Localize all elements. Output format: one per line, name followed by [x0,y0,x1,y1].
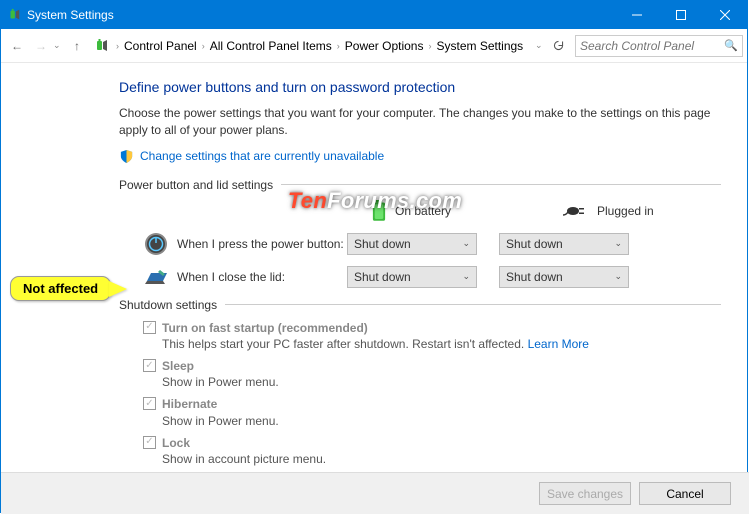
titlebar: System Settings [1,1,747,29]
window-title: System Settings [27,8,615,22]
power-button-icon [143,232,169,256]
opt-title: Sleep [162,358,279,374]
search-input[interactable] [580,39,722,53]
control-panel-icon [93,38,109,54]
laptop-lid-icon [143,267,169,287]
col-label: On battery [395,204,451,218]
change-settings-link[interactable]: Change settings that are currently unava… [140,149,384,163]
opt-fast-startup: ✓ Turn on fast startup (recommended) Thi… [143,320,721,352]
search-box[interactable]: 🔍 [575,35,743,57]
opt-sub: Show in account picture menu. [162,451,326,467]
content: Define power buttons and turn on passwor… [1,63,747,481]
row-close-lid: When I close the lid: Shut down⌄ Shut do… [119,266,721,288]
breadcrumb-item[interactable]: Control Panel [124,39,197,53]
refresh-button[interactable] [547,39,569,52]
checkbox-lock: ✓ [143,436,156,449]
battery-icon [371,200,387,222]
opt-sub: Show in Power menu. [162,413,279,429]
back-button[interactable]: ← [5,34,29,58]
page-description: Choose the power settings that you want … [119,105,721,139]
opt-title: Hibernate [162,396,279,412]
forward-button[interactable]: → [29,34,53,58]
divider [281,184,721,185]
chevron-down-icon: ⌄ [614,271,622,282]
section-title: Power button and lid settings [119,178,273,192]
opt-hibernate: ✓ Hibernate Show in Power menu. [143,396,721,428]
opt-sub: This helps start your PC faster after sh… [162,336,589,352]
col-plugged: Plugged in [561,204,691,218]
chevron-right-icon: › [334,41,343,51]
section-header-power: Power button and lid settings [119,178,721,192]
cancel-button[interactable]: Cancel [639,482,731,505]
checkbox-hibernate: ✓ [143,397,156,410]
lid-battery-select[interactable]: Shut down⌄ [347,266,477,288]
opt-sleep: ✓ Sleep Show in Power menu. [143,358,721,390]
shield-icon [119,149,134,164]
section-header-shutdown: Shutdown settings [119,298,721,312]
annotation-callout: Not affected [10,276,127,301]
chevron-down-icon: ⌄ [462,238,470,249]
row-power-button: When I press the power button: Shut down… [119,232,721,256]
row-label: When I close the lid: [177,270,347,284]
save-button[interactable]: Save changes [539,482,631,505]
column-headers: On battery Plugged in [371,200,721,222]
plug-icon [561,204,589,218]
chevron-right-icon: › [425,41,434,51]
row-label: When I press the power button: [177,237,347,251]
col-battery: On battery [371,200,501,222]
lid-plugged-select[interactable]: Shut down⌄ [499,266,629,288]
chevron-down-icon: ⌄ [462,271,470,282]
breadcrumb-item[interactable]: System Settings [436,39,523,53]
opt-sub: Show in Power menu. [162,374,279,390]
page-heading: Define power buttons and turn on passwor… [119,79,721,95]
col-label: Plugged in [597,204,654,218]
opt-title: Lock [162,435,326,451]
up-button[interactable]: ↑ [65,34,89,58]
window: System Settings ← → ⌄ ↑ › Control Panel … [0,0,748,513]
opt-lock: ✓ Lock Show in account picture menu. [143,435,721,467]
learn-more-link[interactable]: Learn More [528,337,589,351]
footer: Save changes Cancel [1,472,749,514]
search-icon: 🔍 [724,39,738,52]
power-button-plugged-select[interactable]: Shut down⌄ [499,233,629,255]
opt-title: Turn on fast startup (recommended) [162,320,589,336]
power-button-battery-select[interactable]: Shut down⌄ [347,233,477,255]
history-dropdown[interactable]: ⌄ [53,40,65,51]
shield-row: Change settings that are currently unava… [119,149,721,164]
breadcrumb-item[interactable]: Power Options [345,39,424,53]
divider [225,304,721,305]
callout-text: Not affected [10,276,111,301]
breadcrumb-dropdown[interactable]: ⌄ [535,40,547,51]
chevron-right-icon: › [113,41,122,51]
chevron-right-icon: › [199,41,208,51]
callout-arrow [109,281,127,297]
shutdown-settings: ✓ Turn on fast startup (recommended) Thi… [143,320,721,468]
breadcrumb-item[interactable]: All Control Panel Items [210,39,332,53]
minimize-button[interactable] [615,1,659,29]
maximize-button[interactable] [659,1,703,29]
breadcrumb: › Control Panel › All Control Panel Item… [113,39,535,53]
section-title: Shutdown settings [119,298,217,312]
navbar: ← → ⌄ ↑ › Control Panel › All Control Pa… [1,29,747,63]
close-button[interactable] [703,1,747,29]
chevron-down-icon: ⌄ [614,238,622,249]
checkbox-fast-startup: ✓ [143,321,156,334]
power-options-icon [7,8,21,22]
checkbox-sleep: ✓ [143,359,156,372]
